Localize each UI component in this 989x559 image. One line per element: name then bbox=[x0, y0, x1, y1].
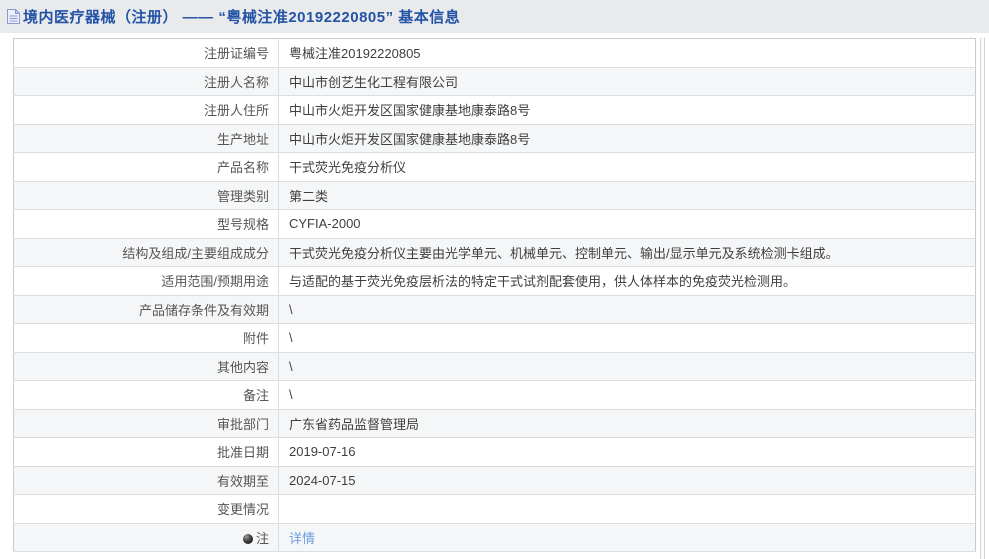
row-label-cell: 注册证编号 bbox=[13, 38, 279, 68]
row-value: \ bbox=[289, 330, 293, 346]
row-label-cell: 附件 bbox=[13, 323, 279, 353]
row-label-cell: 批准日期 bbox=[13, 437, 279, 467]
page-header: 境内医疗器械（注册） —— “粤械注准20192220805” 基本信息 bbox=[0, 0, 989, 33]
row-label: 产品名称 bbox=[216, 160, 269, 176]
row-value: 与适配的基于荧光免疫层析法的特定干式试剂配套使用，供人体样本的免疫荧光检测用。 bbox=[289, 274, 797, 290]
row-label-cell: 其他内容 bbox=[13, 352, 279, 381]
row-value: 干式荧光免疫分析仪 bbox=[289, 160, 407, 176]
row-label-cell: 注 bbox=[13, 523, 279, 552]
row-label: 适用范围/预期用途 bbox=[161, 274, 269, 290]
row-label-cell: 变更情况 bbox=[13, 494, 279, 524]
row-label: 生产地址 bbox=[216, 131, 269, 147]
row-value: 广东省药品监督管理局 bbox=[289, 416, 420, 432]
document-icon bbox=[7, 9, 20, 24]
row-value-cell: 干式荧光免疫分析仪主要由光学单元、机械单元、控制单元、输出/显示单元及系统检测卡… bbox=[278, 238, 976, 267]
row-label-cell: 备注 bbox=[13, 380, 279, 410]
row-label-cell: 有效期至 bbox=[13, 466, 279, 495]
row-label-cell: 产品名称 bbox=[13, 152, 279, 182]
row-value-cell: 广东省药品监督管理局 bbox=[278, 409, 976, 438]
row-value: 中山市创艺生化工程有限公司 bbox=[289, 74, 459, 90]
scrollbar-track[interactable] bbox=[980, 38, 985, 559]
row-label: 型号规格 bbox=[216, 217, 269, 233]
row-label: 管理类别 bbox=[216, 188, 269, 204]
row-label: 结构及组成/主要组成成分 bbox=[122, 245, 269, 261]
row-value-cell: 第二类 bbox=[278, 181, 976, 210]
dot-icon bbox=[242, 533, 253, 544]
row-value-cell: 粤械注准20192220805 bbox=[278, 38, 976, 68]
row-value-cell: 中山市创艺生化工程有限公司 bbox=[278, 67, 976, 96]
table-row: 附件 \ bbox=[13, 323, 976, 353]
row-label: 审批部门 bbox=[216, 416, 269, 432]
row-label-cell: 结构及组成/主要组成成分 bbox=[13, 238, 279, 267]
row-label: 变更情况 bbox=[216, 502, 269, 518]
row-value: 粤械注准20192220805 bbox=[289, 46, 421, 62]
row-label: 备注 bbox=[242, 388, 269, 404]
row-value-cell: 2024-07-15 bbox=[278, 466, 976, 495]
details-link[interactable]: 详情 bbox=[289, 531, 315, 546]
registration-info-table-wrap: 注册证编号 粤械注准20192220805 注册人名称 中山市创艺生化工程有限公… bbox=[13, 38, 976, 552]
row-value: 2024-07-15 bbox=[289, 472, 356, 488]
row-label: 产品储存条件及有效期 bbox=[138, 302, 269, 318]
row-value-cell: \ bbox=[278, 380, 976, 410]
row-label-cell: 生产地址 bbox=[13, 124, 279, 153]
table-row: 其他内容 \ bbox=[13, 352, 976, 381]
page-title: 境内医疗器械（注册） —— “粤械注准20192220805” 基本信息 bbox=[23, 9, 461, 26]
row-label: 有效期至 bbox=[216, 473, 269, 489]
table-row: 产品名称 干式荧光免疫分析仪 bbox=[13, 152, 976, 182]
table-row: 批准日期 2019-07-16 bbox=[13, 437, 976, 467]
table-row: 注册证编号 粤械注准20192220805 bbox=[13, 38, 976, 68]
info-table-body: 注册证编号 粤械注准20192220805 注册人名称 中山市创艺生化工程有限公… bbox=[13, 38, 976, 552]
row-value-cell: 中山市火炬开发区国家健康基地康泰路8号 bbox=[278, 95, 976, 125]
row-value-cell: \ bbox=[278, 352, 976, 381]
table-row: 审批部门 广东省药品监督管理局 bbox=[13, 409, 976, 438]
row-value: 2019-07-16 bbox=[289, 444, 356, 460]
row-label-cell: 适用范围/预期用途 bbox=[13, 266, 279, 296]
table-row: 产品储存条件及有效期 \ bbox=[13, 295, 976, 324]
table-row: 管理类别 第二类 bbox=[13, 181, 976, 210]
table-row: 注 详情 bbox=[13, 523, 976, 552]
table-row: 适用范围/预期用途 与适配的基于荧光免疫层析法的特定干式试剂配套使用，供人体样本… bbox=[13, 266, 976, 296]
row-value-cell: 详情 bbox=[278, 523, 976, 552]
row-value-cell: 中山市火炬开发区国家健康基地康泰路8号 bbox=[278, 124, 976, 153]
row-label: 附件 bbox=[242, 331, 269, 347]
row-value-cell: 2019-07-16 bbox=[278, 437, 976, 467]
table-row: 有效期至 2024-07-15 bbox=[13, 466, 976, 495]
row-label-cell: 注册人名称 bbox=[13, 67, 279, 96]
row-label: 注册人名称 bbox=[203, 74, 269, 90]
row-label: 其他内容 bbox=[216, 359, 269, 375]
table-row: 注册人住所 中山市火炬开发区国家健康基地康泰路8号 bbox=[13, 95, 976, 125]
row-value-cell: 与适配的基于荧光免疫层析法的特定干式试剂配套使用，供人体样本的免疫荧光检测用。 bbox=[278, 266, 976, 296]
row-value: \ bbox=[289, 301, 293, 317]
row-value: 中山市火炬开发区国家健康基地康泰路8号 bbox=[289, 103, 531, 119]
table-row: 备注 \ bbox=[13, 380, 976, 410]
row-label-cell: 型号规格 bbox=[13, 209, 279, 239]
row-value-cell: CYFIA-2000 bbox=[278, 209, 976, 239]
row-value-cell: \ bbox=[278, 323, 976, 353]
table-row: 型号规格 CYFIA-2000 bbox=[13, 209, 976, 239]
row-value-cell: \ bbox=[278, 295, 976, 324]
table-row: 变更情况 bbox=[13, 494, 976, 524]
row-label-cell: 审批部门 bbox=[13, 409, 279, 438]
row-value: 中山市火炬开发区国家健康基地康泰路8号 bbox=[289, 131, 531, 147]
row-label-cell: 产品储存条件及有效期 bbox=[13, 295, 279, 324]
table-row: 结构及组成/主要组成成分 干式荧光免疫分析仪主要由光学单元、机械单元、控制单元、… bbox=[13, 238, 976, 267]
registration-info-table: 注册证编号 粤械注准20192220805 注册人名称 中山市创艺生化工程有限公… bbox=[13, 38, 976, 552]
row-label: 注册证编号 bbox=[203, 46, 269, 62]
row-label: 注册人住所 bbox=[203, 103, 269, 119]
row-value: 干式荧光免疫分析仪主要由光学单元、机械单元、控制单元、输出/显示单元及系统检测卡… bbox=[289, 245, 839, 261]
row-label-cell: 注册人住所 bbox=[13, 95, 279, 125]
row-value: \ bbox=[289, 387, 293, 403]
row-value: \ bbox=[289, 358, 293, 374]
row-label: 批准日期 bbox=[216, 445, 269, 461]
row-value-cell bbox=[278, 494, 976, 524]
row-value-cell: 干式荧光免疫分析仪 bbox=[278, 152, 976, 182]
row-value: CYFIA-2000 bbox=[289, 216, 361, 232]
row-label: 注 bbox=[255, 530, 269, 546]
table-row: 生产地址 中山市火炬开发区国家健康基地康泰路8号 bbox=[13, 124, 976, 153]
row-label-cell: 管理类别 bbox=[13, 181, 279, 210]
row-value: 第二类 bbox=[289, 188, 329, 204]
table-row: 注册人名称 中山市创艺生化工程有限公司 bbox=[13, 67, 976, 96]
